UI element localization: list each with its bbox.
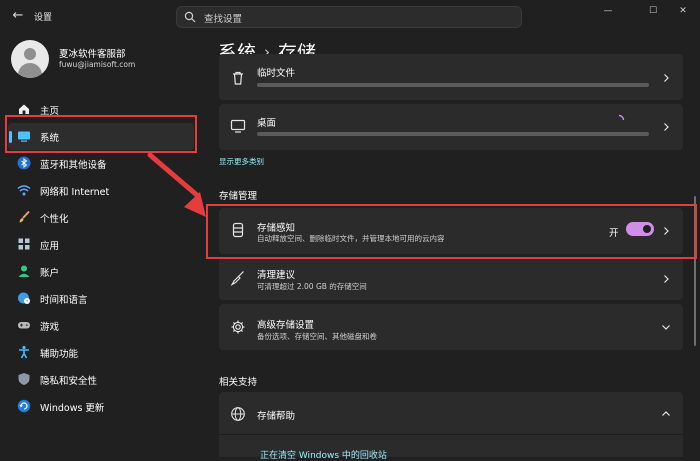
advanced-storage-settings-card[interactable]: 高级存储设置 备份选项、存储空间、其他磁盘和卷 — [219, 304, 683, 350]
account-icon — [18, 265, 30, 277]
bluetooth-icon — [17, 156, 31, 170]
storage-usage-bar — [257, 83, 649, 87]
search-placeholder: 查找设置 — [204, 14, 243, 25]
avatar-head — [24, 48, 36, 60]
chevron-up-icon — [662, 411, 670, 416]
cleanup-title: 清理建议 — [257, 270, 296, 281]
title-bar: ← 设置 查找设置 — ☐ ✕ — [0, 0, 700, 34]
sidebar-item-label: 辅助功能 — [40, 349, 79, 360]
sidebar-item-bluetooth[interactable]: 蓝牙和其他设备 — [8, 150, 194, 177]
highlight-box-system — [5, 115, 197, 153]
network-icon — [17, 185, 31, 196]
sidebar-item-label: 网络和 Internet — [40, 187, 110, 198]
chevron-right-icon — [664, 275, 669, 283]
broom-icon — [230, 271, 244, 286]
apps-icon — [18, 238, 30, 250]
show-more-categories-link[interactable]: 显示更多类别 — [219, 156, 264, 167]
sidebar-item-gaming[interactable]: 游戏 — [8, 312, 194, 339]
help-link-empty-recycle-bin[interactable]: 正在清空 Windows 中的回收站 — [260, 448, 387, 461]
back-arrow-icon[interactable]: ← — [10, 8, 26, 24]
cleanup-recommendations-card[interactable]: 清理建议 可清理超过 2.00 GB 的存储空间 — [219, 258, 683, 300]
section-heading-related-support: 相关支持 — [219, 377, 258, 388]
sidebar-item-network[interactable]: 网络和 Internet — [8, 177, 194, 204]
trash-icon — [233, 71, 243, 85]
advanced-subtitle: 备份选项、存储空间、其他磁盘和卷 — [257, 332, 377, 341]
sidebar-item-label: 隐私和安全性 — [40, 376, 98, 387]
cleanup-subtitle: 可清理超过 2.00 GB 的存储空间 — [257, 282, 367, 291]
accessibility-icon — [19, 345, 29, 359]
sidebar-item-time-language[interactable]: 时间和语言 — [8, 285, 194, 312]
sidebar-item-label: 个性化 — [40, 214, 69, 225]
storage-help-title: 存储帮助 — [257, 411, 296, 422]
sidebar-item-apps[interactable]: 应用 — [8, 231, 194, 258]
sidebar-item-label: 账户 — [40, 268, 60, 279]
highlight-box-storage-sense — [206, 204, 697, 259]
divider — [219, 434, 683, 435]
gamepad-icon — [18, 322, 30, 329]
storage-item-title: 临时文件 — [257, 68, 296, 79]
minimize-button[interactable]: — — [597, 4, 619, 18]
sidebar-item-label: Windows 更新 — [40, 403, 105, 414]
sidebar-item-accessibility[interactable]: 辅助功能 — [8, 339, 194, 366]
sidebar-item-personalization[interactable]: 个性化 — [8, 204, 194, 231]
gear-icon — [231, 320, 245, 334]
sidebar-item-windows-update[interactable]: Windows 更新 — [8, 393, 194, 420]
search-input[interactable]: 查找设置 — [176, 6, 522, 28]
globe-icon — [231, 407, 245, 421]
loading-spinner-icon — [618, 114, 625, 121]
sidebar-item-accounts[interactable]: 账户 — [8, 258, 194, 285]
storage-item-title: 桌面 — [257, 118, 277, 129]
section-heading-storage-management: 存储管理 — [219, 191, 258, 202]
profile-email: fuwu@jiamisoft.com — [59, 60, 136, 69]
storage-item-desktop[interactable]: 桌面 — [219, 104, 683, 150]
avatar-body — [18, 63, 42, 78]
chevron-right-icon — [664, 123, 669, 131]
app-title: 设置 — [34, 13, 53, 23]
profile-name: 夏冰软件客服部 — [59, 49, 126, 60]
storage-usage-bar — [257, 132, 649, 136]
home-icon — [19, 104, 29, 114]
update-icon — [17, 399, 31, 413]
close-button[interactable]: ✕ — [672, 4, 694, 18]
chevron-down-icon — [662, 325, 670, 330]
advanced-title: 高级存储设置 — [257, 320, 315, 331]
maximize-button[interactable]: ☐ — [642, 4, 664, 18]
search-icon — [184, 11, 196, 23]
sidebar-item-label: 时间和语言 — [40, 295, 88, 306]
chevron-right-icon — [664, 74, 669, 82]
monitor-icon — [230, 119, 246, 133]
sidebar-item-label: 应用 — [40, 241, 60, 252]
sidebar-item-privacy[interactable]: 隐私和安全性 — [8, 366, 194, 393]
sidebar-item-label: 蓝牙和其他设备 — [40, 160, 107, 171]
shield-icon — [18, 373, 30, 385]
brush-icon — [19, 210, 30, 223]
globe-clock-icon — [18, 292, 30, 304]
storage-item-temp-files[interactable]: 临时文件 — [219, 54, 683, 100]
sidebar-item-label: 游戏 — [40, 322, 60, 333]
avatar[interactable] — [11, 40, 49, 78]
